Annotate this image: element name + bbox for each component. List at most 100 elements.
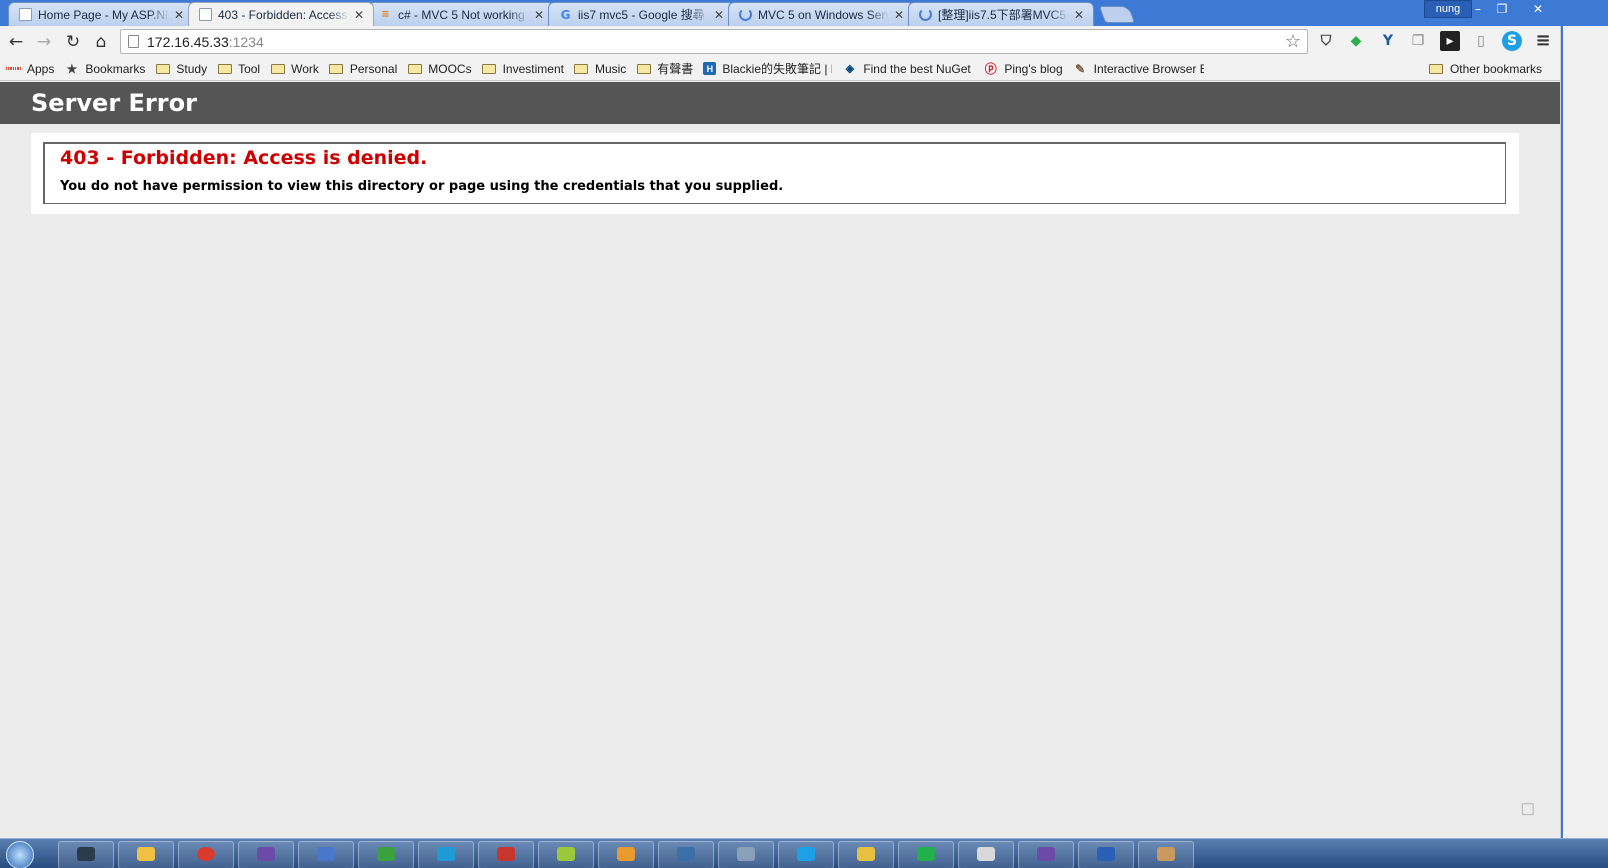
- bookmark-folder-investiment[interactable]: Investiment: [482, 62, 564, 76]
- bookmark-label: Personal: [349, 61, 398, 76]
- taskbar-app[interactable]: [1078, 841, 1134, 868]
- close-tab-icon[interactable]: ✕: [353, 8, 365, 22]
- skype-extension-icon[interactable]: S: [1502, 31, 1522, 51]
- reload-button[interactable]: ↻: [61, 30, 85, 54]
- stackoverflow-icon: ≡: [381, 9, 390, 20]
- copy-extension-icon[interactable]: ❐: [1408, 31, 1428, 51]
- taskbar-app[interactable]: [658, 841, 714, 868]
- app-icon: [77, 847, 95, 861]
- bookmark-label: Other bookmarks: [1449, 62, 1542, 76]
- close-window-button[interactable]: ✕: [1518, 0, 1558, 18]
- taskbar-app[interactable]: [118, 841, 174, 868]
- bookmark-folder-moocs[interactable]: MOOCs: [407, 61, 472, 76]
- error-content: 403 - Forbidden: Access is denied. You d…: [31, 133, 1519, 214]
- taskbar-app[interactable]: [298, 841, 354, 868]
- page-viewport: Server Error 403 - Forbidden: Access is …: [0, 82, 1560, 838]
- chrome-menu-icon[interactable]: ≡: [1533, 31, 1553, 51]
- taskbar-app[interactable]: [478, 841, 534, 868]
- taskbar-app[interactable]: [58, 841, 114, 868]
- bookmark-label: Bookmarks: [85, 61, 146, 76]
- tab-strip: Home Page - My ASP.NET ✕ 403 - Forbidden…: [8, 2, 1136, 26]
- taskbar-app[interactable]: [358, 841, 414, 868]
- play-extension-icon[interactable]: ▸: [1440, 31, 1460, 51]
- app-icon: [317, 847, 335, 861]
- address-url[interactable]: 172.16.45.33:1234: [147, 34, 264, 50]
- app-icon: [617, 847, 635, 861]
- bookmark-label: MOOCs: [428, 61, 472, 76]
- nuget-icon: ◈: [845, 63, 855, 75]
- bookmark-blackie-notes[interactable]: H Blackie的失敗筆記 | B: [703, 60, 832, 77]
- tab-title: iis7 mvc5 - Google 搜尋: [578, 8, 705, 22]
- url-host: 172.16.45.33: [147, 34, 229, 50]
- vertical-scrollbar[interactable]: [1560, 26, 1608, 838]
- bookmark-bookmarks[interactable]: ★ Bookmarks: [64, 62, 145, 76]
- visual-studio-icon: [1037, 847, 1055, 861]
- close-tab-icon[interactable]: ✕: [533, 8, 545, 22]
- tab-iis75-mvc5[interactable]: [整理]iis7.5下部署MVC5 - ✕: [908, 2, 1094, 26]
- other-bookmarks[interactable]: Other bookmarks: [1429, 57, 1542, 81]
- scrollbar-edge: [1561, 26, 1563, 838]
- close-tab-icon[interactable]: ✕: [893, 8, 905, 22]
- taskbar-app[interactable]: [238, 841, 294, 868]
- bookmark-label: Blackie的失敗筆記 | B: [722, 62, 833, 76]
- server-error-header: Server Error: [0, 82, 1560, 124]
- minimize-button[interactable]: –: [1466, 0, 1490, 18]
- new-tab-button[interactable]: [1098, 6, 1136, 23]
- taskbar-app[interactable]: [1018, 841, 1074, 868]
- reader-extension-icon[interactable]: ▯: [1471, 31, 1491, 51]
- bookmark-interactive-browser[interactable]: ✎ Interactive Browser Ba: [1073, 62, 1204, 76]
- home-button[interactable]: ⌂: [89, 30, 113, 54]
- taskbar-app[interactable]: [598, 841, 654, 868]
- bookmark-folder-audiobooks[interactable]: 有聲書: [636, 60, 693, 77]
- close-tab-icon[interactable]: ✕: [713, 8, 725, 22]
- bookmark-folder-work[interactable]: Work: [270, 62, 319, 76]
- bookmark-pings-blog[interactable]: ⓟ Ping's blog: [983, 61, 1063, 77]
- maximize-button[interactable]: ❐: [1490, 0, 1514, 18]
- tab-google-search[interactable]: G iis7 mvc5 - Google 搜尋 ✕: [548, 2, 734, 26]
- google-icon: G: [560, 7, 571, 22]
- tab-stackoverflow[interactable]: ≡ c# - MVC 5 Not working i ✕: [368, 2, 554, 26]
- tab-403-forbidden[interactable]: 403 - Forbidden: Access is ✕: [188, 2, 374, 26]
- tab-home-page[interactable]: Home Page - My ASP.NET ✕: [8, 2, 194, 26]
- forward-button[interactable]: →: [32, 30, 56, 54]
- app-icon: [917, 847, 935, 861]
- taskbar-app[interactable]: [898, 841, 954, 868]
- address-bar[interactable]: 172.16.45.33:1234 ☆: [120, 29, 1308, 54]
- app-icon: [557, 847, 575, 861]
- bookmark-folder-tool[interactable]: Tool: [217, 62, 260, 76]
- browser-toolbar: ← → ↻ ⌂ 172.16.45.33:1234 ☆ ⛉ ◆ Y ❐ ▸ ▯ …: [0, 26, 1560, 57]
- close-tab-icon[interactable]: ✕: [1073, 8, 1085, 22]
- app-icon: [737, 847, 755, 861]
- bookmark-label: Work: [291, 61, 319, 76]
- profile-button[interactable]: nung: [1424, 0, 1472, 18]
- close-tab-icon[interactable]: ✕: [173, 8, 185, 22]
- taskbar-app[interactable]: [178, 841, 234, 868]
- bookmark-label: Investiment: [502, 61, 564, 76]
- bookmark-folder-study[interactable]: Study: [155, 62, 207, 76]
- bookmark-label: Ping's blog: [1004, 61, 1063, 76]
- taskbar-app[interactable]: [838, 841, 894, 868]
- tab-title: 403 - Forbidden: Access is: [218, 7, 349, 22]
- bookmark-folder-personal[interactable]: Personal: [329, 62, 397, 76]
- error-title: 403 - Forbidden: Access is denied.: [60, 147, 428, 169]
- tab-mvc5-windows-server[interactable]: MVC 5 on Windows Serve ✕: [728, 2, 914, 26]
- pocket-extension-icon[interactable]: ⛉: [1316, 31, 1336, 51]
- taskbar-app[interactable]: [418, 841, 474, 868]
- page-info-icon[interactable]: [128, 35, 139, 48]
- bookmark-label: Study: [176, 61, 208, 76]
- bookmark-folder-music[interactable]: Music: [574, 62, 626, 76]
- bookmark-star-icon[interactable]: ☆: [1285, 31, 1301, 52]
- taskbar-app[interactable]: [718, 841, 774, 868]
- taskbar-app[interactable]: [958, 841, 1014, 868]
- taskbar-app[interactable]: [778, 841, 834, 868]
- bookmark-apps[interactable]: Apps: [5, 62, 54, 76]
- bookmark-label: Tool: [238, 61, 261, 76]
- start-button[interactable]: [6, 841, 34, 868]
- feedly-extension-icon[interactable]: ◆: [1346, 31, 1366, 51]
- taskbar-app[interactable]: [1138, 841, 1194, 868]
- back-button[interactable]: ←: [4, 30, 28, 54]
- bookmarks-bar: Apps ★ Bookmarks Study Tool Work Persona…: [0, 57, 1560, 81]
- taskbar-app[interactable]: [538, 841, 594, 868]
- bookmark-nuget[interactable]: ◈ Find the best NuGet P: [842, 62, 974, 76]
- y-extension-icon[interactable]: Y: [1378, 31, 1398, 51]
